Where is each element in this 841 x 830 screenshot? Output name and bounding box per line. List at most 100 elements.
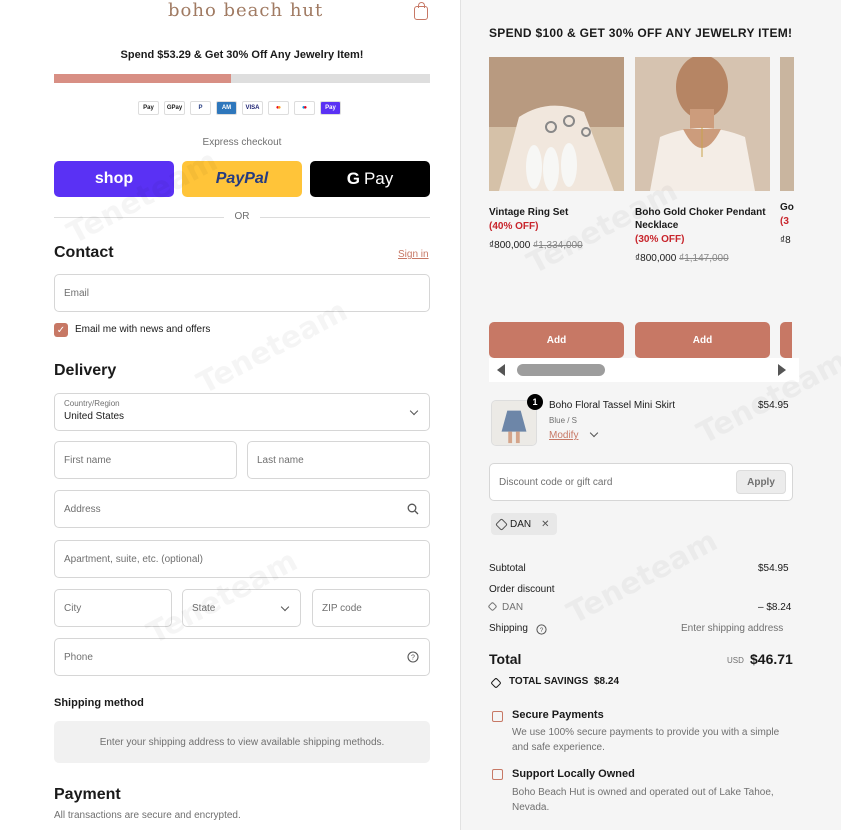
city-placeholder: City (64, 602, 82, 614)
add-button[interactable]: Add (489, 322, 624, 358)
feature-title: Support Locally Owned (512, 768, 635, 780)
tag-icon (487, 601, 498, 612)
upsell-item-name: Vintage Ring Set (489, 207, 569, 218)
or-divider: OR (54, 211, 430, 223)
address-placeholder: Address (64, 503, 101, 515)
discount-code-row: DAN (487, 601, 524, 613)
promo-banner: Spend $53.29 & Get 30% Off Any Jewelry I… (120, 49, 364, 61)
sign-in-link[interactable]: Sign in (398, 249, 429, 260)
newsletter-label[interactable]: Email me with news and offers (75, 324, 210, 335)
first-name-field[interactable]: First name (54, 441, 237, 479)
total-value: $46.71 (750, 651, 793, 667)
email-placeholder: Email (64, 287, 90, 299)
apple-pay-icon: Pay (138, 101, 159, 115)
country-label: Country/Region (64, 399, 120, 408)
state-select[interactable]: State (182, 589, 301, 627)
upsell-item-original-price: ₫1,147,000 (679, 253, 729, 264)
express-checkout-label: Express checkout (202, 137, 282, 148)
mastercard-icon: ● ● (268, 101, 289, 115)
discount-placeholder: Discount code or gift card (499, 477, 613, 488)
shipping-value: Enter shipping address (681, 623, 784, 634)
upsell-item-discount: (40% OFF) (489, 221, 539, 232)
payment-title: Payment (54, 786, 121, 803)
last-name-placeholder: Last name (257, 454, 304, 466)
address-field[interactable]: Address (54, 490, 430, 528)
quantity-badge: 1 (527, 394, 543, 410)
remove-discount-icon[interactable]: ✕ (541, 519, 549, 530)
amex-icon: AM (216, 101, 237, 115)
applied-code: DAN (510, 518, 532, 530)
total-label: Total (489, 651, 522, 667)
google-pay-button[interactable]: G Pay (310, 161, 430, 197)
cart-item-name: Boho Floral Tassel Mini Skirt (549, 400, 675, 411)
apartment-field[interactable]: Apartment, suite, etc. (optional) (54, 540, 430, 578)
zip-placeholder: ZIP code (322, 602, 362, 614)
google-pay-icon: GPay (164, 101, 185, 115)
upsell-card-partial[interactable]: Go (3 ₫8 (780, 57, 794, 246)
apartment-placeholder: Apartment, suite, etc. (optional) (64, 553, 203, 565)
progress-fill (54, 74, 231, 83)
upsell-item-price: ₫8 (780, 235, 791, 246)
discount-code: DAN (502, 602, 524, 613)
chevron-down-icon[interactable] (589, 428, 599, 438)
chevron-right-icon[interactable] (778, 364, 786, 376)
lock-icon (492, 711, 503, 722)
phone-field[interactable]: Phone ? (54, 638, 430, 676)
brand-logo[interactable]: boho beach hut (168, 0, 323, 21)
newsletter-checkbox[interactable]: ✓ (54, 323, 68, 337)
store-icon (492, 769, 503, 780)
google-pay-label: Pay (363, 169, 394, 188)
visa-icon: VISA (242, 101, 263, 115)
tag-icon (490, 677, 502, 689)
google-g-icon: G (346, 169, 360, 188)
chevron-left-icon[interactable] (497, 364, 505, 376)
help-icon[interactable]: ? (407, 651, 419, 663)
total-savings-label: TOTAL SAVINGS (509, 676, 589, 687)
last-name-field[interactable]: Last name (247, 441, 430, 479)
subtotal-label: Subtotal (489, 563, 526, 574)
email-field[interactable]: Email (54, 274, 430, 312)
upsell-item-discount: (3 (780, 216, 789, 227)
applied-discount-chip: DAN ✕ (491, 513, 557, 535)
add-button[interactable]: Add (635, 322, 770, 358)
shipping-method-placeholder: Enter your shipping address to view avai… (54, 721, 430, 763)
maestro-icon: ● ● (294, 101, 315, 115)
currency-label: USD (727, 656, 744, 665)
add-button-partial[interactable] (780, 322, 792, 358)
upsell-card[interactable]: Boho Gold Choker Pendant Necklace (30% O… (635, 55, 770, 264)
total-savings-value: $8.24 (594, 676, 620, 687)
feature-text: Boho Beach Hut is owned and operated out… (512, 787, 774, 813)
apply-button[interactable]: Apply (736, 470, 786, 494)
cart-item-variant: Blue / S (549, 416, 578, 425)
paypal-button[interactable]: PayPal (182, 161, 302, 197)
shop-pay-label: shop (94, 170, 134, 187)
cart-item-price: $54.95 (758, 400, 789, 411)
subtotal-value: $54.95 (758, 563, 789, 574)
partial-item-image (780, 57, 794, 191)
city-field[interactable]: City (54, 589, 172, 627)
promo-progress-bar (54, 74, 430, 83)
feature-title: Secure Payments (512, 709, 604, 721)
paypal-icon: P (190, 101, 211, 115)
shopping-bag-icon[interactable] (414, 2, 428, 20)
shop-pay-button[interactable]: shop (54, 161, 174, 197)
help-icon[interactable]: ? (536, 624, 547, 635)
order-discount-label: Order discount (489, 584, 555, 595)
ring-set-image (489, 57, 624, 191)
upsell-card[interactable]: Vintage Ring Set (40% OFF) ₫800,000 ₫1,3… (489, 57, 624, 251)
upsell-item-discount: (30% OFF) (635, 234, 685, 245)
discount-code-field[interactable]: Discount code or gift card Apply (489, 463, 793, 501)
modify-link[interactable]: Modify (549, 430, 578, 441)
order-summary-column: SPEND $100 & GET 30% OFF ANY JEWELRY ITE… (460, 0, 841, 830)
zip-field[interactable]: ZIP code (312, 589, 430, 627)
country-value: United States (64, 411, 125, 422)
country-select[interactable]: Country/Region United States (54, 393, 430, 431)
carousel-scrollbar[interactable] (517, 364, 605, 376)
upsell-item-name: Boho Gold Choker Pendant Necklace (635, 207, 766, 231)
shop-pay-icon: Pay (320, 101, 341, 115)
search-icon (407, 503, 419, 515)
tag-icon (495, 517, 508, 531)
feature-text: We use 100% secure payments to provide y… (512, 727, 780, 753)
shipping-label: Shipping (489, 623, 528, 634)
upsell-item-price: ₫800,000 (489, 240, 531, 251)
